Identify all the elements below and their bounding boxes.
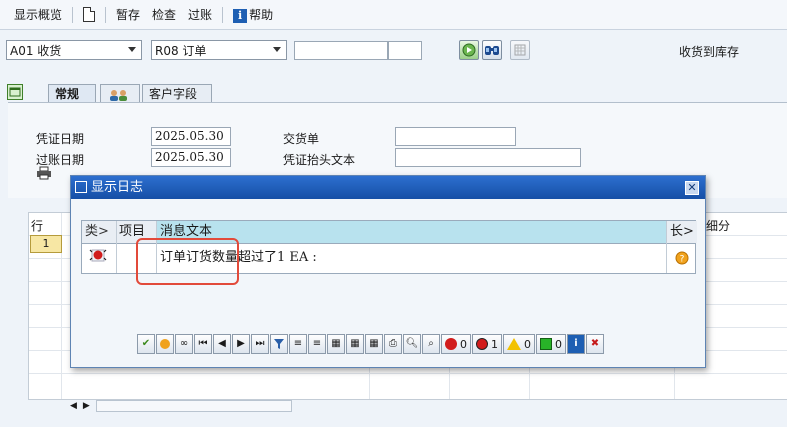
row-number-badge[interactable]: 1: [30, 235, 62, 253]
transaction-select-value: A01 收货: [10, 43, 62, 58]
layout-icon[interactable]: ▦: [327, 334, 345, 354]
filter-icon[interactable]: [270, 334, 288, 354]
movement-text: 收货到库存: [679, 45, 740, 59]
tab-vendor[interactable]: [100, 84, 140, 103]
transaction-select[interactable]: A01 收货: [6, 40, 142, 60]
header-text-input[interactable]: [395, 148, 581, 167]
sort-descending-icon[interactable]: ≡: [308, 334, 326, 354]
dialog-toolbar: ✔ ∞ ⏮ ◀ ▶ ⏭ ≡ ≡ ▦ ▦ ▦ ⎙ 🔍︎ ⌕ 0 1 0 0 i ✖: [137, 334, 604, 356]
separator: [222, 6, 224, 23]
next-page-icon[interactable]: ▶: [232, 334, 250, 354]
log-window-icon: [75, 181, 87, 193]
warning-counter[interactable]: 0: [503, 334, 535, 354]
doc-date-input[interactable]: 2025.05.30: [151, 127, 231, 146]
cancel-icon[interactable]: ✖: [586, 334, 604, 354]
sort-ascending-icon[interactable]: ≡: [289, 334, 307, 354]
execute-icon[interactable]: [459, 40, 479, 60]
chevron-down-icon: [128, 47, 136, 52]
doc-date-label: 凭证日期: [36, 132, 85, 146]
error-icon: [476, 338, 488, 350]
reference-select-value: R08 订单: [155, 43, 207, 58]
error-counter[interactable]: 1: [472, 334, 502, 354]
separator: [105, 6, 107, 23]
previous-page-icon[interactable]: ◀: [213, 334, 231, 354]
help-button[interactable]: i 帮助: [227, 6, 279, 23]
error-count: 1: [491, 337, 498, 351]
reference-select[interactable]: R08 订单: [151, 40, 287, 60]
success-count: 0: [555, 337, 562, 351]
scroll-right-icon[interactable]: ▶: [83, 401, 90, 411]
warning-icon: [507, 338, 521, 350]
info-icon[interactable]: i: [567, 334, 585, 354]
delivery-note-input[interactable]: [395, 127, 516, 146]
stop-counter[interactable]: 0: [441, 334, 471, 354]
reference-item-input[interactable]: [388, 41, 422, 60]
delivery-note-label: 交货单: [283, 132, 320, 146]
separator: [72, 6, 74, 23]
menubar: 显示概览 暂存 检查 过账 i 帮助: [0, 0, 787, 30]
check-button[interactable]: 检查: [146, 6, 182, 23]
chevron-down-icon: [273, 47, 281, 52]
svg-text:?: ?: [680, 255, 685, 265]
col-long-text-header[interactable]: 长>: [667, 221, 697, 243]
find-icon[interactable]: 🔍︎: [403, 334, 421, 354]
glasses-icon[interactable]: ∞: [175, 334, 193, 354]
printer-icon[interactable]: [36, 166, 52, 180]
choose-layout-icon[interactable]: ▦: [346, 334, 364, 354]
question-icon[interactable]: ?: [672, 248, 694, 268]
display-overview-button[interactable]: 显示概览: [8, 6, 68, 23]
grid-col-detail-header: 细分: [706, 219, 731, 233]
dialog-title: 显示日志: [91, 180, 144, 195]
success-icon: [540, 338, 552, 350]
scroll-left-icon[interactable]: ◀: [70, 401, 77, 411]
horizontal-scrollbar[interactable]: ◀ ▶: [64, 399, 304, 413]
post-button[interactable]: 过账: [182, 6, 218, 23]
dialog-title-bar: 显示日志 ✕: [71, 176, 705, 199]
close-icon[interactable]: ✕: [685, 181, 699, 195]
error-icon: [86, 248, 112, 268]
stop-count: 0: [460, 337, 467, 351]
check-icon[interactable]: ✔: [137, 334, 155, 354]
col-type-header[interactable]: 类>: [82, 221, 116, 243]
success-counter[interactable]: 0: [536, 334, 566, 354]
hold-button[interactable]: 暂存: [110, 6, 146, 23]
header-text-label: 凭证抬头文本: [283, 153, 356, 167]
last-page-icon[interactable]: ⏭: [251, 334, 269, 354]
first-page-icon[interactable]: ⏮: [194, 334, 212, 354]
scroll-thumb[interactable]: [95, 400, 292, 412]
find-icon[interactable]: [482, 40, 502, 60]
save-layout-icon[interactable]: ▦: [365, 334, 383, 354]
info-icon: i: [233, 9, 248, 23]
tab-general[interactable]: 常规: [48, 84, 96, 103]
tab-customer-fields[interactable]: 客户字段: [142, 84, 212, 103]
grid-col-row-header: 行: [31, 219, 44, 233]
stop-icon: [445, 338, 457, 350]
reference-number-input[interactable]: [294, 41, 388, 60]
warning-count: 0: [524, 337, 531, 351]
new-document-icon[interactable]: [83, 7, 96, 22]
highlight-box: [136, 238, 239, 285]
find-next-icon[interactable]: ⌕: [422, 334, 440, 354]
posting-date-input[interactable]: 2025.05.30: [151, 148, 231, 167]
help-label: 帮助: [249, 8, 274, 22]
settings-grid-icon[interactable]: [510, 40, 530, 60]
header-toggle-icon[interactable]: [7, 84, 23, 100]
print-icon[interactable]: ⎙: [384, 334, 402, 354]
help-question-icon[interactable]: [156, 334, 174, 354]
